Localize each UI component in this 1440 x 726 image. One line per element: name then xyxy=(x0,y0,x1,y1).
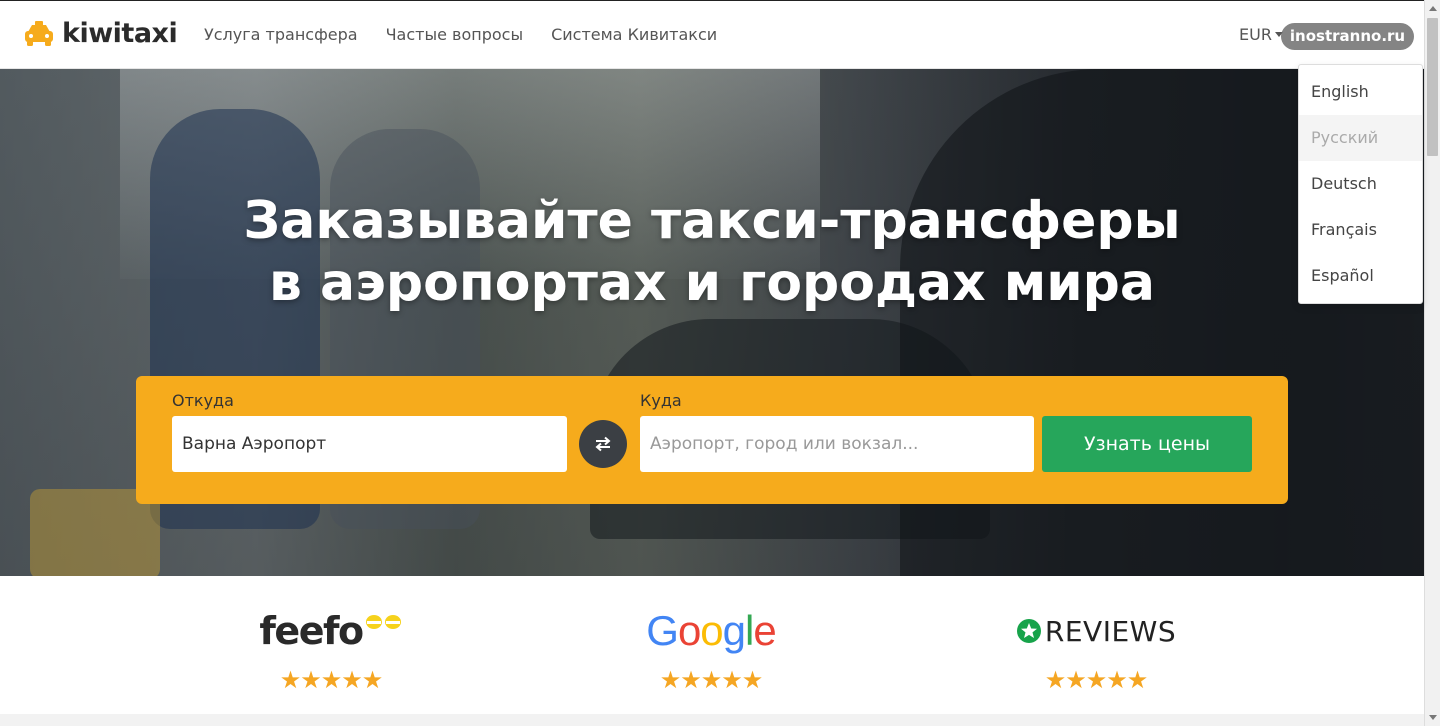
scroll-up-icon[interactable] xyxy=(1429,6,1437,11)
language-item-spanish[interactable]: Español xyxy=(1299,253,1422,299)
review-reviews-io[interactable]: REVIEWS ★★★★★ xyxy=(976,610,1216,694)
review-google[interactable]: Google ★★★★★ xyxy=(591,607,831,694)
swap-button[interactable] xyxy=(579,420,627,468)
hero-title-line-2: в аэропортах и городах мира xyxy=(269,253,1155,313)
logo-text: kiwitaxi xyxy=(62,18,178,49)
language-item-french[interactable]: Français xyxy=(1299,207,1422,253)
feefo-logo: feefo xyxy=(211,609,451,653)
hero-title-line-1: Заказывайте такси-трансферы xyxy=(243,191,1181,251)
hero-title: Заказывайте такси-трансферы в аэропортах… xyxy=(0,190,1424,314)
scrollbar-thumb[interactable] xyxy=(1427,18,1438,156)
site-header: kiwitaxi Услуга трансфера Частые вопросы… xyxy=(0,0,1424,69)
to-input[interactable]: Аэропорт, город или вокзал... xyxy=(640,416,1034,472)
page-scrollbar[interactable] xyxy=(1424,0,1440,726)
hero-section: Заказывайте такси-трансферы в аэропортах… xyxy=(0,69,1424,576)
currency-label: EUR xyxy=(1239,25,1272,44)
rating-stars: ★★★★★ xyxy=(279,666,384,694)
section-divider xyxy=(0,714,1424,726)
from-label: Откуда xyxy=(172,391,234,410)
swap-arrows-icon xyxy=(595,436,611,452)
to-label: Куда xyxy=(640,391,682,410)
nav-kiwitaxi-system[interactable]: Система Кивитакси xyxy=(551,25,717,44)
rating-stars: ★★★★★ xyxy=(1044,666,1149,694)
language-item-german[interactable]: Deutsch xyxy=(1299,161,1422,207)
google-logo: Google xyxy=(591,607,831,654)
reviews-logo-text: REVIEWS xyxy=(1044,614,1177,648)
language-item-russian[interactable]: Русский xyxy=(1299,115,1422,161)
nav-transfer-service[interactable]: Услуга трансфера xyxy=(204,25,358,44)
reviews-section: feefo ★★★★★ Google ★★★★★ REVIEWS ★★★★★ xyxy=(0,576,1424,714)
scroll-down-icon[interactable] xyxy=(1429,715,1437,720)
main-nav: Услуга трансфера Частые вопросы Система … xyxy=(204,25,717,44)
feefo-eyes-icon xyxy=(365,615,401,629)
from-input[interactable]: Варна Аэропорт xyxy=(172,416,567,472)
rating-stars: ★★★★★ xyxy=(659,666,764,694)
watermark: inostranno.ru xyxy=(1281,23,1414,50)
nav-faq[interactable]: Частые вопросы xyxy=(386,25,524,44)
language-item-english[interactable]: English xyxy=(1299,69,1422,115)
search-panel: Откуда Варна Аэропорт Куда Аэропорт, гор… xyxy=(136,376,1288,504)
feefo-logo-text: feefo xyxy=(259,609,364,653)
google-logo-text: Google xyxy=(646,607,776,654)
taxi-car-icon xyxy=(25,20,53,46)
get-prices-button[interactable]: Узнать цены xyxy=(1042,416,1252,472)
currency-selector[interactable]: EUR xyxy=(1239,25,1283,44)
reviews-logo: REVIEWS xyxy=(976,610,1216,652)
review-feefo[interactable]: feefo ★★★★★ xyxy=(211,609,451,694)
logo[interactable]: kiwitaxi xyxy=(24,18,178,49)
language-menu: English Русский Deutsch Français Español xyxy=(1298,64,1423,304)
star-badge-icon xyxy=(1016,619,1041,643)
